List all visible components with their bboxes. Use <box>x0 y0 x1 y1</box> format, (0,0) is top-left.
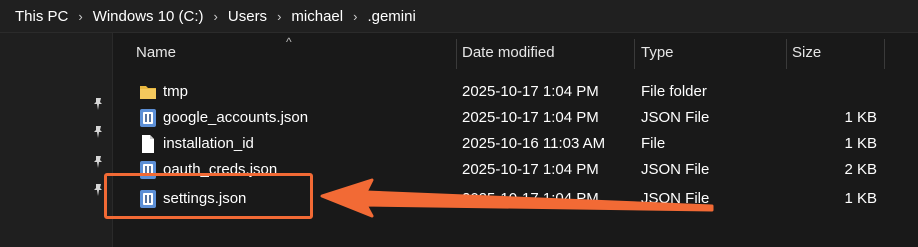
annotation-arrow-icon <box>320 178 714 218</box>
